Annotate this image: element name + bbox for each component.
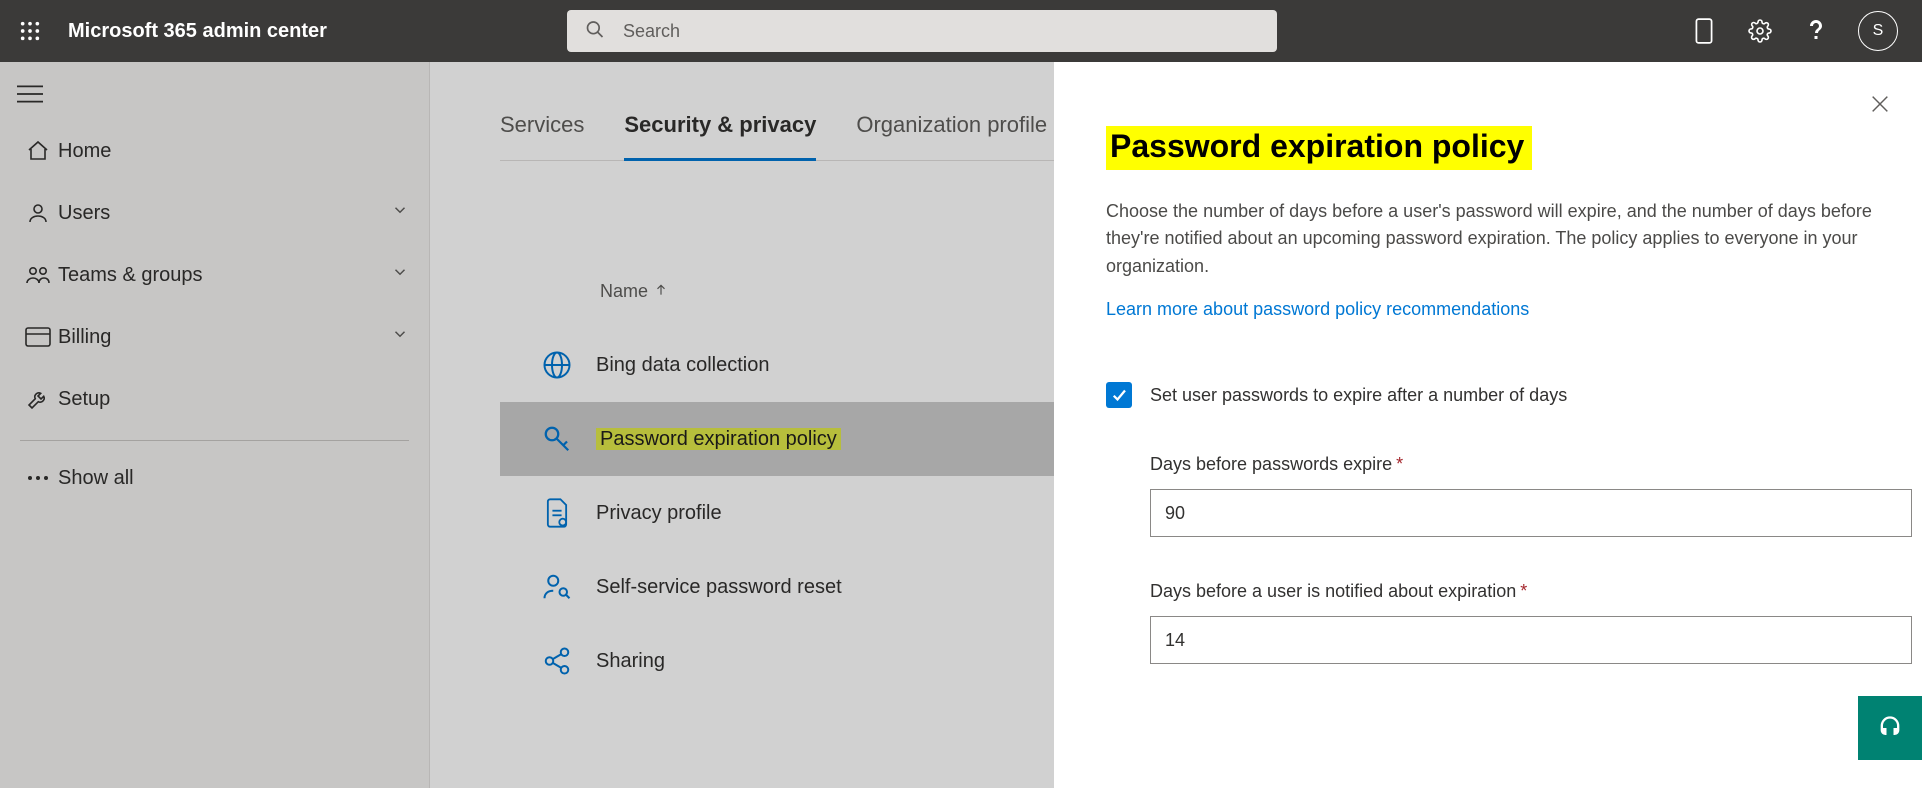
days-notify-input[interactable] [1150,616,1912,664]
globe-icon [518,350,596,380]
chevron-down-icon [391,201,409,225]
sidebar-item-teams-groups[interactable]: Teams & groups [0,244,429,306]
sort-asc-icon [654,281,668,302]
tab-services[interactable]: Services [500,112,584,160]
field-days-expire: Days before passwords expire* [1106,454,1876,537]
column-header-label: Name [600,281,648,302]
panel-title: Password expiration policy [1106,126,1876,170]
document-icon [518,497,596,529]
sidebar-item-users[interactable]: Users [0,182,429,244]
sidebar-item-setup[interactable]: Setup [0,368,429,430]
field-days-notify: Days before a user is notified about exp… [1106,581,1876,664]
people-icon [18,263,58,287]
sidebar-item-label: Users [58,202,391,225]
sidebar-item-label: Teams & groups [58,264,391,287]
tab-security-privacy[interactable]: Security & privacy [624,112,816,160]
settings-icon[interactable] [1746,17,1774,45]
sidebar-separator [20,440,409,441]
days-expire-input[interactable] [1150,489,1912,537]
search-icon [585,20,605,43]
list-item-label: Bing data collection [596,354,769,377]
flyout-panel: Password expiration policy Choose the nu… [1054,62,1922,788]
learn-more-link[interactable]: Learn more about password policy recomme… [1106,299,1529,320]
field-days-notify-label: Days before a user is notified about exp… [1150,581,1876,602]
chevron-down-icon [391,263,409,287]
expire-checkbox-label: Set user passwords to expire after a num… [1150,385,1567,406]
sidebar-item-label: Home [58,140,409,163]
share-icon [518,646,596,676]
sidebar-item-home[interactable]: Home [0,120,429,182]
wrench-icon [18,387,58,411]
sidebar-item-label: Setup [58,388,409,411]
app-title: Microsoft 365 admin center [68,20,327,43]
chevron-down-icon [391,325,409,349]
sidebar-item-label: Show all [58,467,409,490]
account-avatar[interactable]: S [1858,11,1898,51]
sidebar-item-billing[interactable]: Billing [0,306,429,368]
nav-collapse-icon[interactable] [0,68,60,120]
list-item-label: Sharing [596,650,665,673]
search-input[interactable] [567,10,1277,52]
help-icon[interactable] [1802,17,1830,45]
sidebar: Home Users Teams & groups Billing [0,62,430,788]
app-launcher-icon[interactable] [0,0,60,62]
global-search[interactable] [567,10,1277,52]
card-icon [18,327,58,347]
app-body: Home Users Teams & groups Billing [0,62,1922,788]
topbar: Microsoft 365 admin center S [0,0,1922,62]
help-fab[interactable] [1858,696,1922,760]
tab-organization-profile[interactable]: Organization profile [856,112,1047,160]
sidebar-item-label: Billing [58,326,391,349]
sidebar-show-all[interactable]: Show all [0,447,429,509]
home-icon [18,139,58,163]
list-item-label: Self-service password reset [596,576,842,599]
close-button[interactable] [1862,86,1898,122]
person-key-icon [518,572,596,602]
device-icon[interactable] [1690,17,1718,45]
topbar-right: S [1690,11,1908,51]
avatar-initial: S [1873,22,1884,40]
panel-description: Choose the number of days before a user'… [1106,198,1876,282]
key-icon [518,424,596,454]
field-days-expire-label: Days before passwords expire* [1150,454,1876,475]
user-icon [18,201,58,225]
expire-checkbox-row: Set user passwords to expire after a num… [1106,382,1876,408]
expire-checkbox[interactable] [1106,382,1132,408]
list-item-label: Privacy profile [596,502,722,525]
more-icon [18,474,58,482]
list-item-label: Password expiration policy [596,428,841,451]
